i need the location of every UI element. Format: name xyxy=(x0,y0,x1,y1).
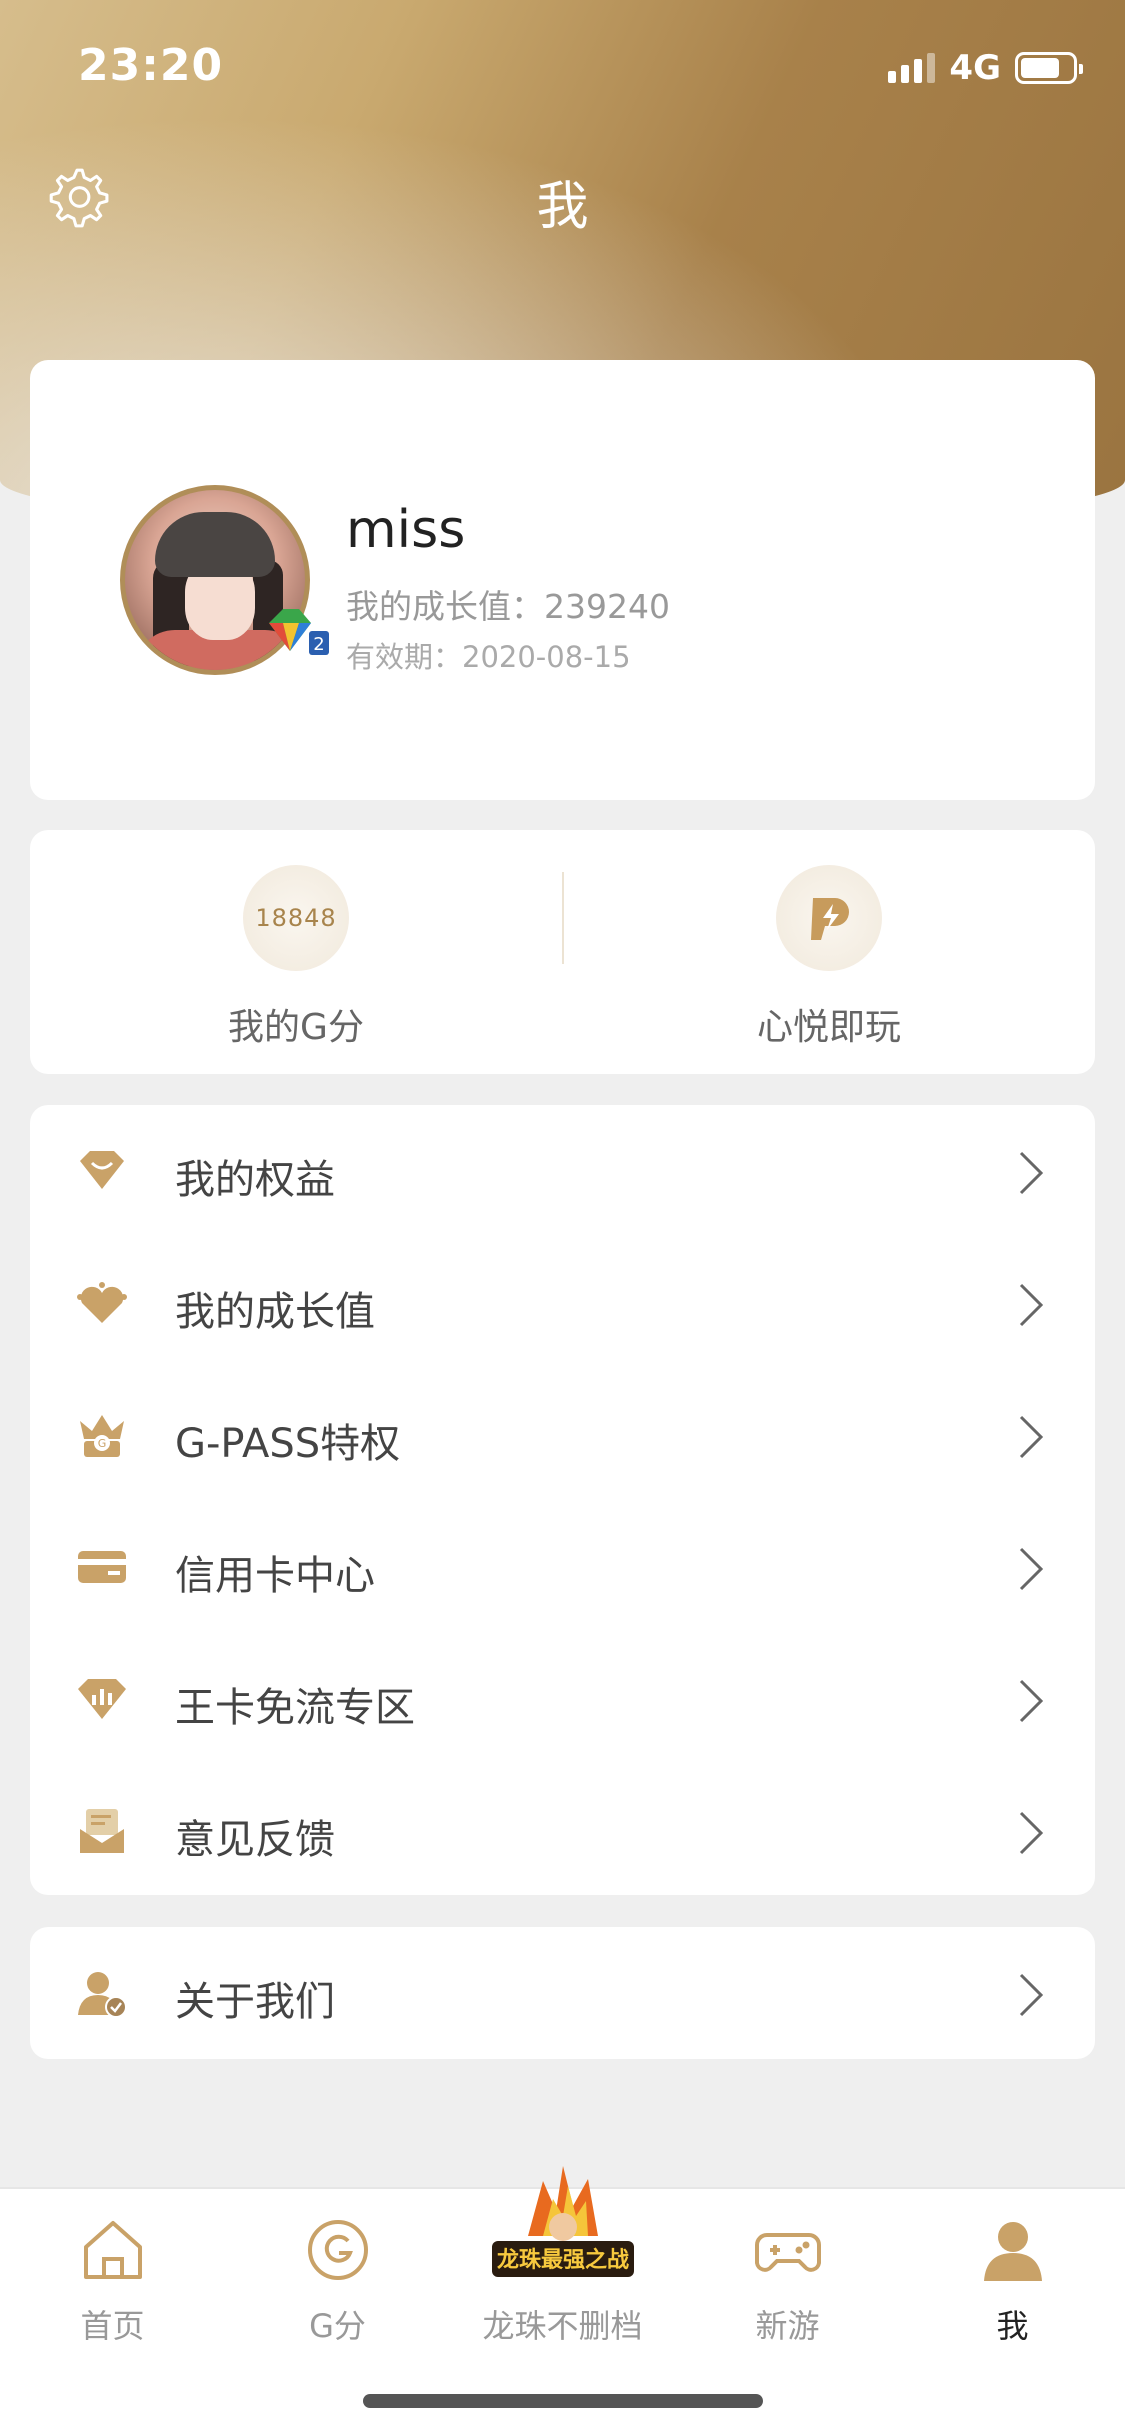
heart-crown-icon xyxy=(77,1282,127,1323)
home-icon xyxy=(83,2221,142,2279)
network-type: 4G xyxy=(949,48,1001,88)
menu-item-credit-card[interactable]: 信用卡中心 xyxy=(30,1501,1095,1633)
gscore-value: 18848 xyxy=(255,904,337,932)
dragonball-promo-icon: 龙珠最强之战 xyxy=(491,2166,634,2277)
menu-label: G-PASS特权 xyxy=(175,1421,401,1467)
gscore-label: 我的G分 xyxy=(228,1007,364,1048)
data-diamond-icon xyxy=(78,1679,126,1719)
expire-date: 有效期：2020-08-15 xyxy=(346,640,631,674)
menu-item-about[interactable]: 关于我们 xyxy=(30,1927,1095,2059)
svg-text:龙珠最强之战: 龙珠最强之战 xyxy=(496,2247,628,2273)
menu-label: 我的成长值 xyxy=(175,1289,375,1335)
crown-icon: G xyxy=(80,1415,124,1457)
chevron-right-icon xyxy=(1019,1973,1044,2017)
chevron-right-icon xyxy=(1019,1283,1044,1327)
menu-label: 王卡免流专区 xyxy=(175,1685,415,1731)
tab-label: 新游 xyxy=(755,2307,820,2345)
quick-actions-card: 18848 我的G分 心悦即玩 xyxy=(30,830,1095,1074)
growth-value: 我的成长值：239240 xyxy=(346,587,670,626)
username: miss xyxy=(346,500,466,560)
lightning-p-icon xyxy=(811,898,849,940)
menu-label: 关于我们 xyxy=(175,1979,335,2025)
chevron-right-icon xyxy=(1019,1415,1044,1459)
menu-item-gpass[interactable]: G G-PASS特权 xyxy=(30,1369,1095,1501)
gamepad-icon xyxy=(754,2233,821,2272)
gscore-icon: 18848 xyxy=(243,865,349,971)
profile-card[interactable]: 2 miss 我的成长值：239240 有效期：2020-08-15 xyxy=(30,360,1095,800)
tab-home[interactable]: 首页 xyxy=(0,2189,225,2369)
gem-icon xyxy=(80,1151,124,1189)
home-indicator[interactable] xyxy=(363,2394,763,2408)
tab-label: 首页 xyxy=(80,2307,145,2345)
tab-new-games[interactable]: 新游 xyxy=(675,2189,900,2369)
page-title: 我 xyxy=(536,177,589,237)
tab-dragonball[interactable]: 龙珠最强之战 龙珠不删档 xyxy=(450,2166,675,2369)
credit-card-icon xyxy=(78,1551,126,1583)
svg-text:2: 2 xyxy=(313,634,324,655)
level-badge-icon: 2 xyxy=(269,609,329,655)
chevron-right-icon xyxy=(1019,1679,1044,1723)
g-coin-icon xyxy=(307,2220,368,2280)
menu-item-free-data[interactable]: 王卡免流专区 xyxy=(30,1633,1095,1765)
tab-label: 龙珠不删档 xyxy=(482,2307,643,2345)
instant-play-label: 心悦即玩 xyxy=(756,1007,901,1048)
user-check-icon xyxy=(78,1972,127,2018)
tab-gscore[interactable]: G分 xyxy=(225,2189,450,2369)
menu-item-benefits[interactable]: 我的权益 xyxy=(30,1105,1095,1237)
tab-label: 我 xyxy=(996,2307,1029,2345)
tab-label: G分 xyxy=(309,2307,366,2345)
about-card: 关于我们 xyxy=(30,1927,1095,2059)
status-bar: 23:20 4G xyxy=(0,0,1125,135)
profile-icon xyxy=(983,2222,1042,2281)
feedback-icon xyxy=(80,1809,124,1853)
status-time: 23:20 xyxy=(78,40,224,91)
status-indicators: 4G xyxy=(888,48,1083,88)
chevron-right-icon xyxy=(1019,1547,1044,1591)
chevron-right-icon xyxy=(1019,1811,1044,1855)
menu-item-growth[interactable]: 我的成长值 xyxy=(30,1237,1095,1369)
svg-text:G: G xyxy=(98,1437,107,1450)
chevron-right-icon xyxy=(1019,1151,1044,1195)
menu-label: 信用卡中心 xyxy=(175,1553,375,1599)
tab-me[interactable]: 我 xyxy=(900,2189,1125,2369)
menu-label: 我的权益 xyxy=(175,1157,335,1203)
battery-icon xyxy=(1015,52,1083,84)
menu-item-feedback[interactable]: 意见反馈 xyxy=(30,1765,1095,1897)
instant-play-button[interactable]: 心悦即玩 xyxy=(563,830,1095,1074)
nav-bar: 我 xyxy=(0,150,1125,240)
my-gscore-button[interactable]: 18848 我的G分 xyxy=(30,830,562,1074)
menu-label: 意见反馈 xyxy=(175,1817,335,1863)
menu-card: 我的权益 我的成长值 G G-PASS特权 信用卡中心 王卡免流专区 意见反馈 xyxy=(30,1105,1095,1895)
signal-icon xyxy=(888,53,936,83)
